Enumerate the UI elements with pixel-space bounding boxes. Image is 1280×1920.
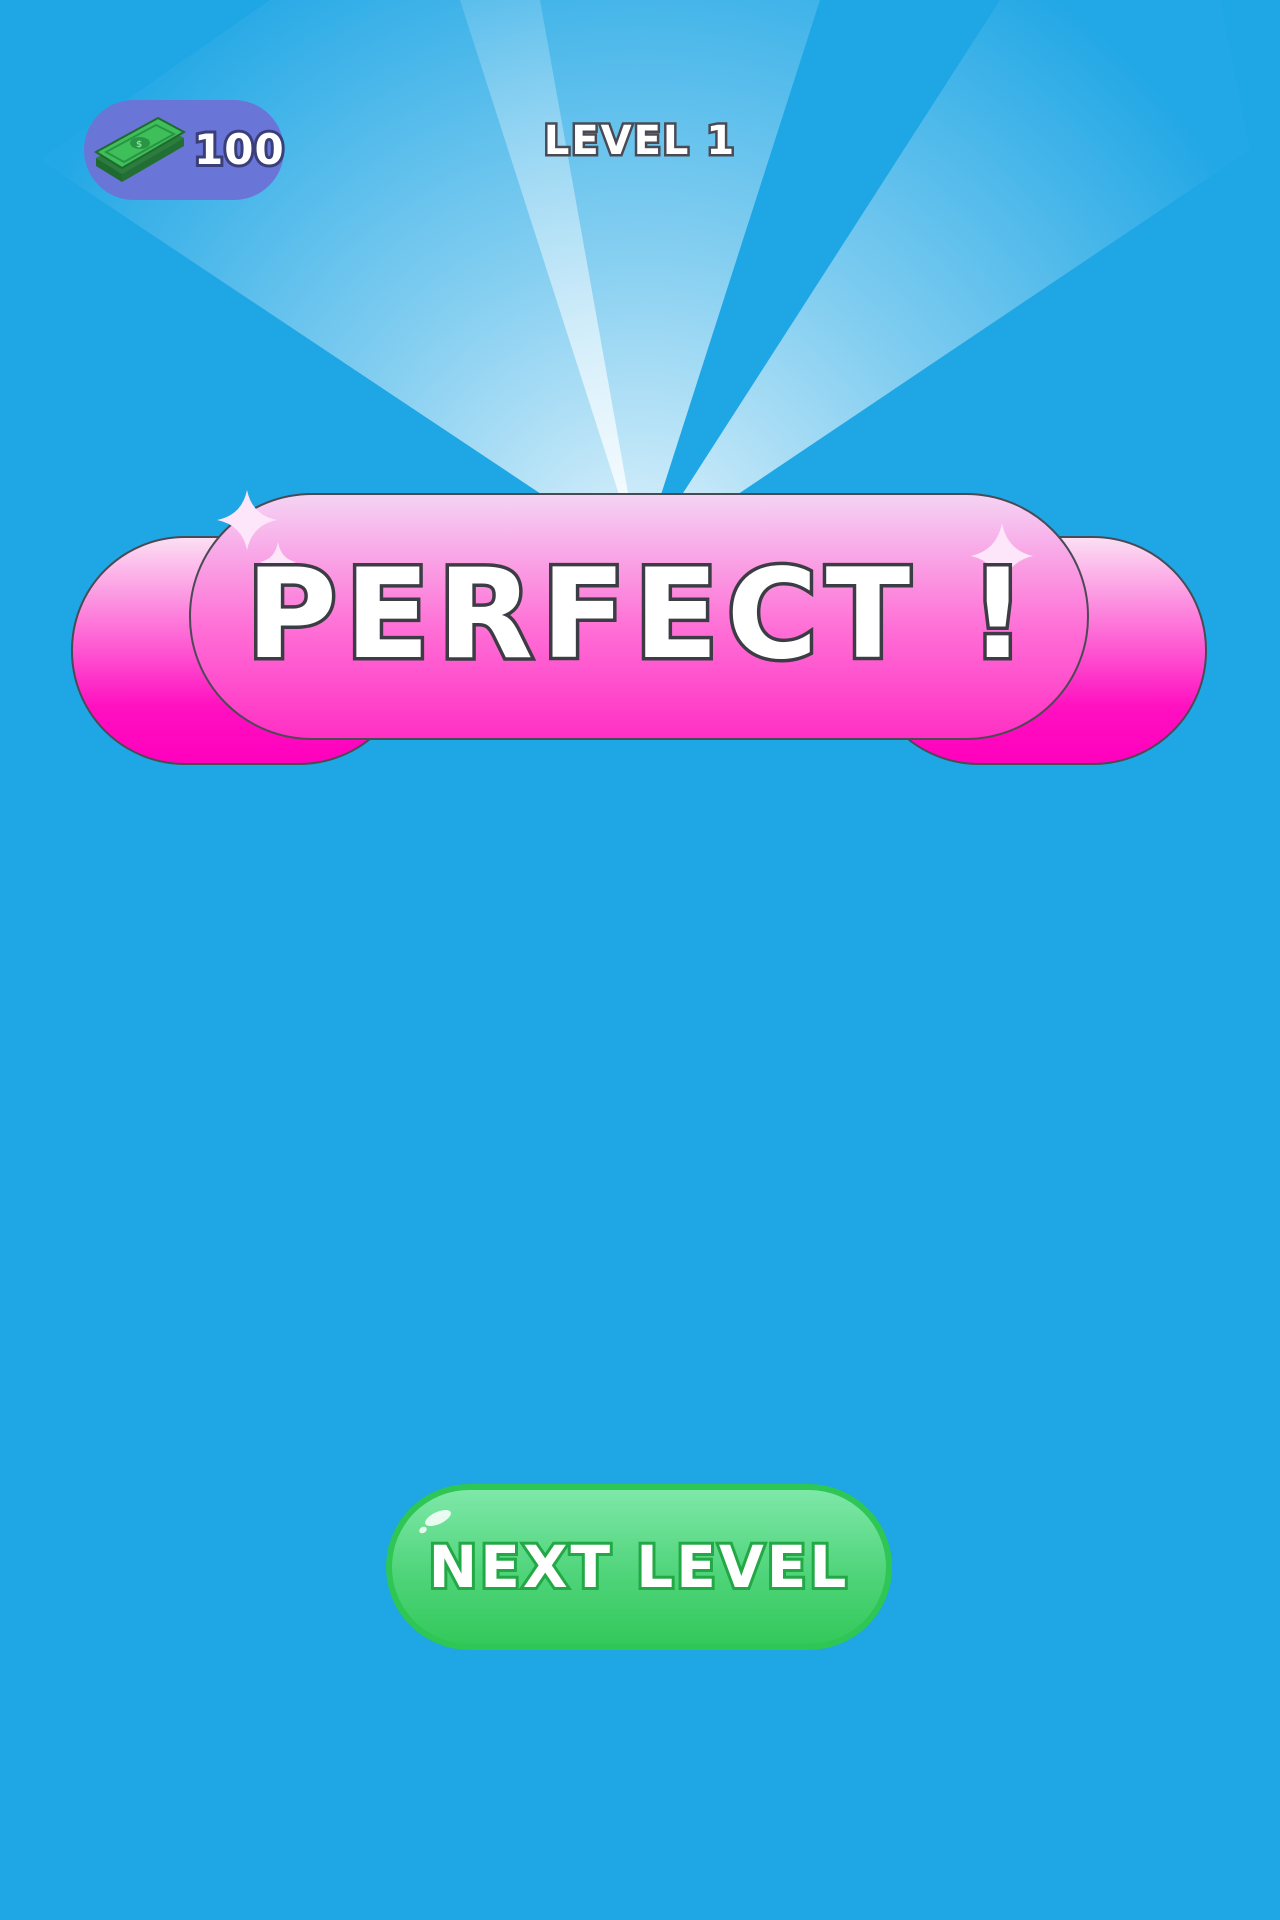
next-level-label[interactable]: NEXT LEVEL (392, 1490, 886, 1644)
cash-bill-icon: $ (94, 116, 187, 182)
currency-amount: 100 (191, 122, 287, 177)
banner-title: PERFECT ! (243, 540, 1034, 691)
next-level-button[interactable]: NEXT LEVEL (386, 1484, 892, 1650)
currency-counter: $ 100 (84, 100, 287, 200)
level-title: LEVEL 1 (541, 116, 737, 167)
next-level-button-face[interactable]: NEXT LEVEL (392, 1490, 886, 1644)
svg-text:$: $ (136, 140, 142, 150)
